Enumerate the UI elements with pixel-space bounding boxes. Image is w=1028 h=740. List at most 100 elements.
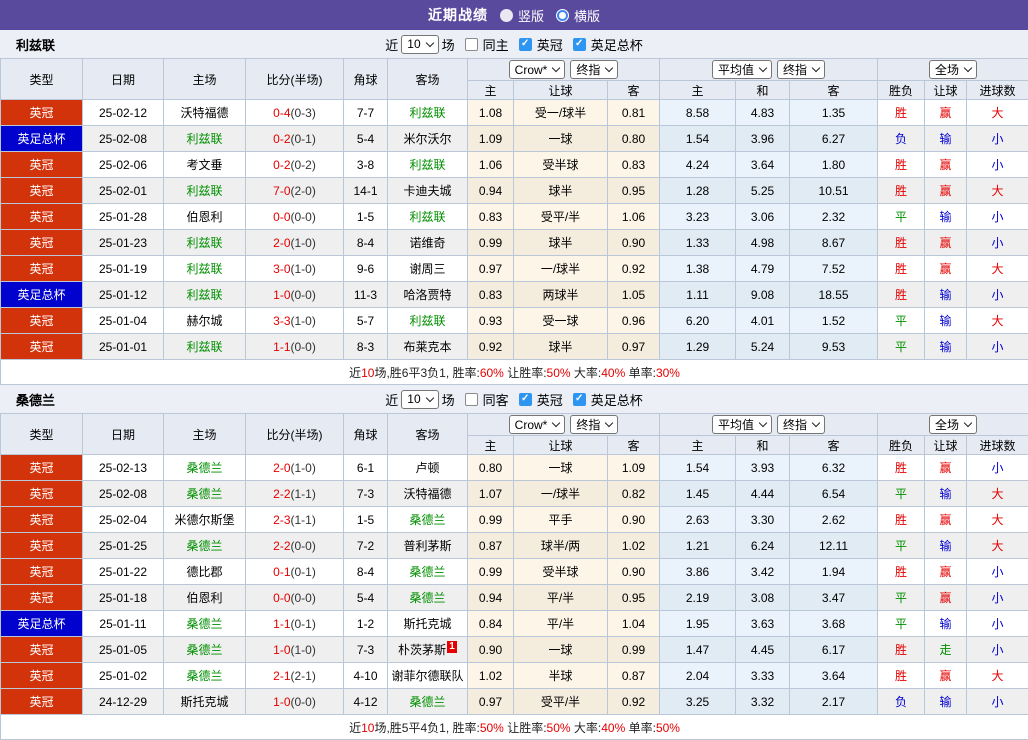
avg-home: 1.95 <box>660 611 736 637</box>
away-team[interactable]: 哈洛贾特 <box>403 288 451 302</box>
home-team[interactable]: 利兹联 <box>186 132 222 146</box>
radio-unselected-icon[interactable] <box>556 9 569 22</box>
home-team[interactable]: 桑德兰 <box>186 539 222 553</box>
away-team[interactable]: 桑德兰 <box>409 695 445 709</box>
match-count-value: 10 <box>407 37 420 51</box>
away-team[interactable]: 沃特福德 <box>403 487 451 501</box>
view-option-vertical[interactable]: 竖版 <box>500 6 544 25</box>
away-team[interactable]: 桑德兰 <box>409 513 445 527</box>
league-checkbox-1[interactable] <box>573 38 586 51</box>
section-bar: 利兹联 近 10 场 同主 英冠 英足总杯 <box>0 30 1028 58</box>
league-checkbox-0[interactable] <box>519 38 532 51</box>
home-team[interactable]: 德比郡 <box>186 565 222 579</box>
average-final-select[interactable]: 终指 <box>777 415 825 434</box>
home-team[interactable]: 桑德兰 <box>186 643 222 657</box>
fulltime-score: 0-2 <box>273 132 290 146</box>
column-header: 客场 <box>388 414 468 455</box>
odds-away: 0.80 <box>608 126 660 152</box>
away-team[interactable]: 布莱克本 <box>403 340 451 354</box>
league-checkbox-1[interactable] <box>573 393 586 406</box>
league-label-1: 英足总杯 <box>591 35 643 54</box>
home-team[interactable]: 桑德兰 <box>186 617 222 631</box>
home-team[interactable]: 考文垂 <box>186 158 222 172</box>
result-outcome: 胜 <box>878 100 925 126</box>
away-team[interactable]: 桑德兰 <box>409 565 445 579</box>
home-team[interactable]: 赫尔城 <box>186 314 222 328</box>
halftime-score: (0-0) <box>291 591 316 605</box>
away-team[interactable]: 卢顿 <box>415 461 439 475</box>
sub-column-header: 让球 <box>514 436 608 455</box>
away-team[interactable]: 谢周三 <box>409 262 445 276</box>
same-venue-checkbox[interactable] <box>465 393 478 406</box>
scope-select[interactable]: 全场 <box>929 415 977 434</box>
sub-column-header: 主 <box>660 81 736 100</box>
home-team[interactable]: 利兹联 <box>186 288 222 302</box>
odds-handicap: 两球半 <box>514 282 608 308</box>
match-count-select[interactable]: 10 <box>401 390 438 409</box>
home-team-cell: 斯托克城 <box>164 689 246 715</box>
avg-draw: 3.32 <box>736 689 790 715</box>
home-team[interactable]: 桑德兰 <box>186 487 222 501</box>
away-team[interactable]: 利兹联 <box>409 314 445 328</box>
average-select[interactable]: 平均值 <box>712 60 772 79</box>
home-team[interactable]: 伯恩利 <box>186 210 222 224</box>
bookmaker-select[interactable]: Crow* <box>509 60 566 79</box>
league-type-badge: 英冠 <box>1 559 83 585</box>
summary-segment: 场,胜6平3负1, 胜率: <box>374 366 479 380</box>
view-option-horizontal[interactable]: 横版 <box>556 6 600 25</box>
odds-handicap: 球半 <box>514 178 608 204</box>
avg-home: 8.58 <box>660 100 736 126</box>
home-team[interactable]: 米德尔斯堡 <box>174 513 234 527</box>
away-team[interactable]: 普利茅斯 <box>403 539 451 553</box>
away-team[interactable]: 谢菲尔德联队 <box>391 669 463 683</box>
home-team[interactable]: 利兹联 <box>186 236 222 250</box>
away-team[interactable]: 桑德兰 <box>409 591 445 605</box>
away-team[interactable]: 利兹联 <box>409 158 445 172</box>
match-count-select[interactable]: 10 <box>401 35 438 54</box>
away-team[interactable]: 米尔沃尔 <box>403 132 451 146</box>
home-team[interactable]: 利兹联 <box>186 184 222 198</box>
halftime-score: (0-0) <box>291 210 316 224</box>
home-team[interactable]: 利兹联 <box>186 340 222 354</box>
summary-segment: 场,胜5平4负1, 胜率: <box>374 721 479 735</box>
odds-home: 0.83 <box>468 204 514 230</box>
chevron-down-icon <box>964 419 972 427</box>
home-team-cell: 桑德兰 <box>164 455 246 481</box>
away-team-cell: 沃特福德 <box>388 481 468 507</box>
radio-selected-icon[interactable] <box>500 9 513 22</box>
odds-final-select[interactable]: 终指 <box>570 60 618 79</box>
home-team[interactable]: 桑德兰 <box>186 669 222 683</box>
away-team[interactable]: 利兹联 <box>409 106 445 120</box>
corners-cell: 4-10 <box>344 663 388 689</box>
result-goals: 小 <box>967 204 1028 230</box>
home-team[interactable]: 伯恩利 <box>186 591 222 605</box>
home-team[interactable]: 利兹联 <box>186 262 222 276</box>
halftime-score: (0-0) <box>291 695 316 709</box>
home-team[interactable]: 桑德兰 <box>186 461 222 475</box>
away-team[interactable]: 斯托克城 <box>403 617 451 631</box>
avg-home: 1.54 <box>660 455 736 481</box>
result-value: 赢 <box>940 106 952 120</box>
same-venue-checkbox[interactable] <box>465 38 478 51</box>
league-checkbox-0[interactable] <box>519 393 532 406</box>
odds-home: 0.94 <box>468 585 514 611</box>
odds-final-select[interactable]: 终指 <box>570 415 618 434</box>
away-team[interactable]: 利兹联 <box>409 210 445 224</box>
bookmaker-select[interactable]: Crow* <box>509 415 566 434</box>
match-date: 25-02-08 <box>83 481 164 507</box>
home-team[interactable]: 沃特福德 <box>180 106 228 120</box>
home-team[interactable]: 斯托克城 <box>180 695 228 709</box>
result-handicap: 输 <box>925 334 967 360</box>
result-outcome: 平 <box>878 481 925 507</box>
scope-select[interactable]: 全场 <box>929 60 977 79</box>
away-team[interactable]: 朴茨茅斯 <box>398 643 446 657</box>
away-team[interactable]: 诺维奇 <box>409 236 445 250</box>
league-label-1: 英足总杯 <box>591 390 643 409</box>
average-final-select[interactable]: 终指 <box>777 60 825 79</box>
away-team[interactable]: 卡迪夫城 <box>403 184 451 198</box>
odds-away: 0.90 <box>608 507 660 533</box>
average-select[interactable]: 平均值 <box>712 415 772 434</box>
result-goals: 小 <box>967 455 1028 481</box>
result-value: 输 <box>940 314 952 328</box>
avg-draw: 3.96 <box>736 126 790 152</box>
